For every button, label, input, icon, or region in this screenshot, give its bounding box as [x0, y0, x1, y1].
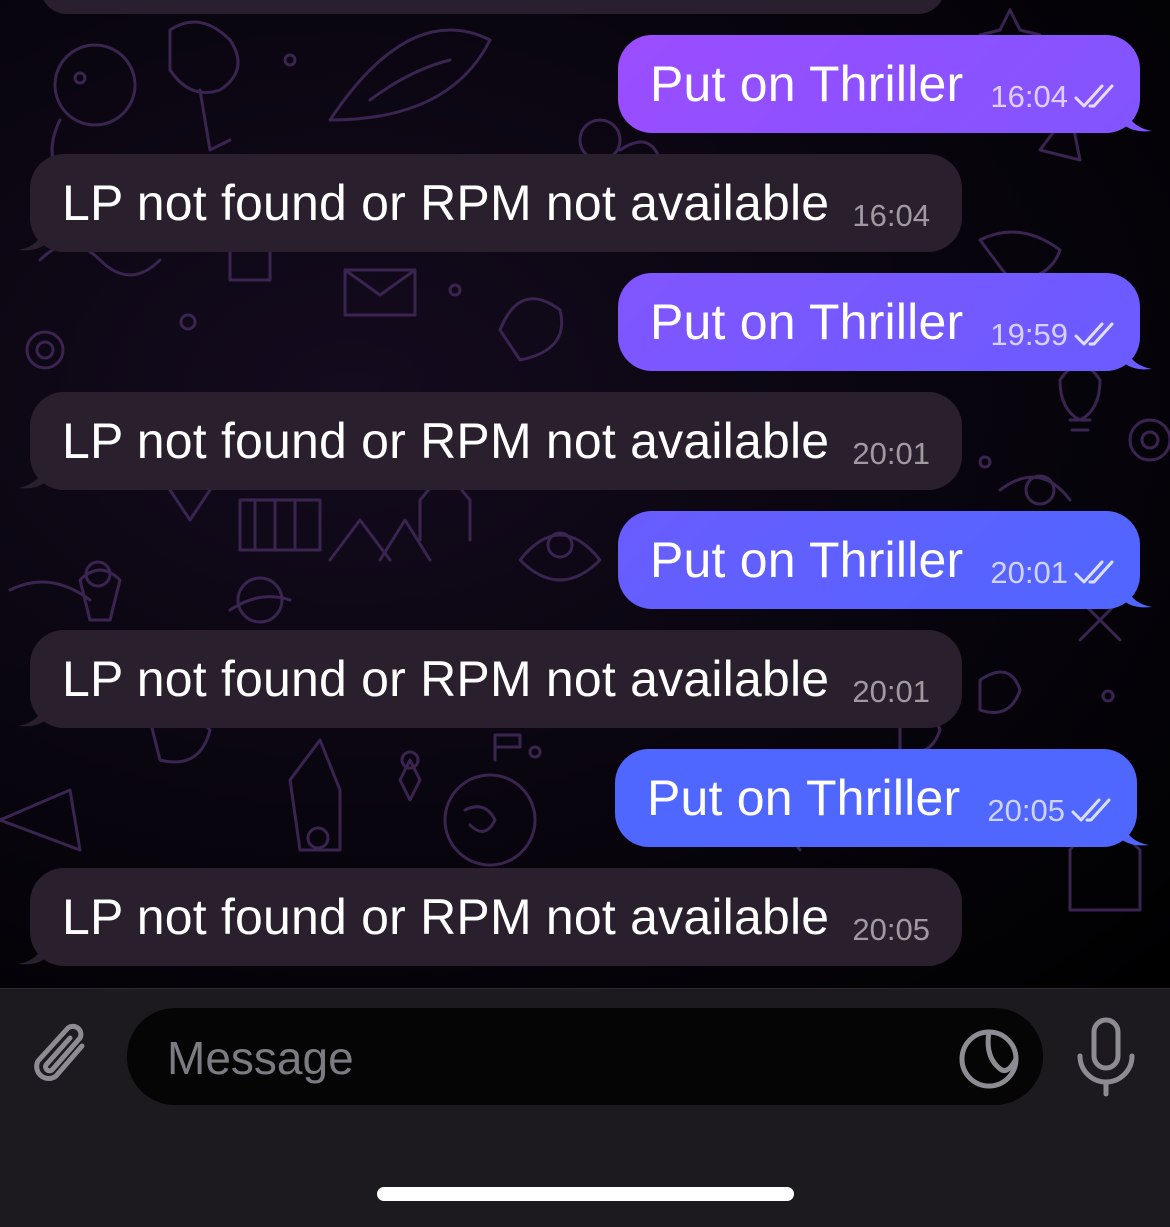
microphone-icon	[1077, 1017, 1135, 1097]
bubble-tail	[18, 460, 46, 489]
message-time: 16:04	[852, 198, 930, 233]
message-meta: 20:05	[852, 912, 930, 948]
sticker-button[interactable]	[958, 1028, 1020, 1090]
message-time: 20:01	[852, 436, 930, 471]
message-text: LP not found or RPM not available	[62, 651, 830, 707]
paperclip-icon	[34, 1023, 85, 1081]
incoming-message[interactable]: LP not found or RPM not available 20:01	[18, 630, 962, 728]
message-meta: 16:04	[852, 198, 930, 234]
message-time: 19:59	[990, 317, 1068, 352]
message-time: 20:05	[852, 912, 930, 947]
chat-area[interactable]: Put on Thriller 16:04 LP not found or RPM …	[0, 0, 1170, 988]
message-time: 20:01	[990, 555, 1068, 590]
microphone-button[interactable]	[1074, 1016, 1138, 1098]
message-time: 20:01	[852, 674, 930, 709]
message-text: Put on Thriller	[650, 532, 964, 588]
message-meta: 20:01	[852, 436, 930, 472]
outgoing-message[interactable]: Put on Thriller 20:05	[615, 749, 1149, 847]
sticker-icon	[959, 1029, 1019, 1089]
message-input[interactable]	[165, 1008, 949, 1107]
outgoing-message[interactable]: Put on Thriller 16:04	[618, 35, 1152, 133]
double-check-icon	[1074, 560, 1114, 584]
message-text: Put on Thriller	[650, 56, 964, 112]
outgoing-message[interactable]: Put on Thriller 19:59	[618, 273, 1152, 371]
bubble-tail	[1124, 341, 1152, 370]
home-indicator	[377, 1187, 794, 1201]
attach-button[interactable]	[28, 1016, 100, 1096]
outgoing-message[interactable]: Put on Thriller 20:01	[618, 511, 1152, 609]
message-meta: 20:01	[852, 674, 930, 710]
message-text: Put on Thriller	[650, 294, 964, 350]
incoming-message[interactable]: LP not found or RPM not available 20:01	[18, 392, 962, 490]
previous-message-bubble	[40, 0, 945, 14]
double-check-icon	[1074, 322, 1114, 346]
message-text: Put on Thriller	[647, 770, 961, 826]
bubble-tail	[1121, 817, 1149, 846]
message-meta: 20:05	[987, 793, 1115, 829]
incoming-message[interactable]: LP not found or RPM not available 20:05	[18, 868, 962, 966]
double-check-icon	[1071, 798, 1111, 822]
message-meta: 16:04	[990, 79, 1118, 115]
bubble-tail	[18, 936, 46, 965]
incoming-message[interactable]: LP not found or RPM not available 16:04	[18, 154, 962, 252]
bubble-tail	[1124, 579, 1152, 608]
message-meta: 19:59	[990, 317, 1118, 353]
message-text: LP not found or RPM not available	[62, 413, 830, 469]
bubble-tail	[18, 698, 46, 727]
bubble-tail	[18, 222, 46, 251]
message-text: LP not found or RPM not available	[62, 175, 830, 231]
message-field[interactable]	[127, 1008, 1043, 1107]
message-time: 16:04	[990, 79, 1068, 114]
message-meta: 20:01	[990, 555, 1118, 591]
message-text: LP not found or RPM not available	[62, 889, 830, 945]
double-check-icon	[1074, 84, 1114, 108]
bubble-tail	[1124, 103, 1152, 132]
message-time: 20:05	[987, 793, 1065, 828]
